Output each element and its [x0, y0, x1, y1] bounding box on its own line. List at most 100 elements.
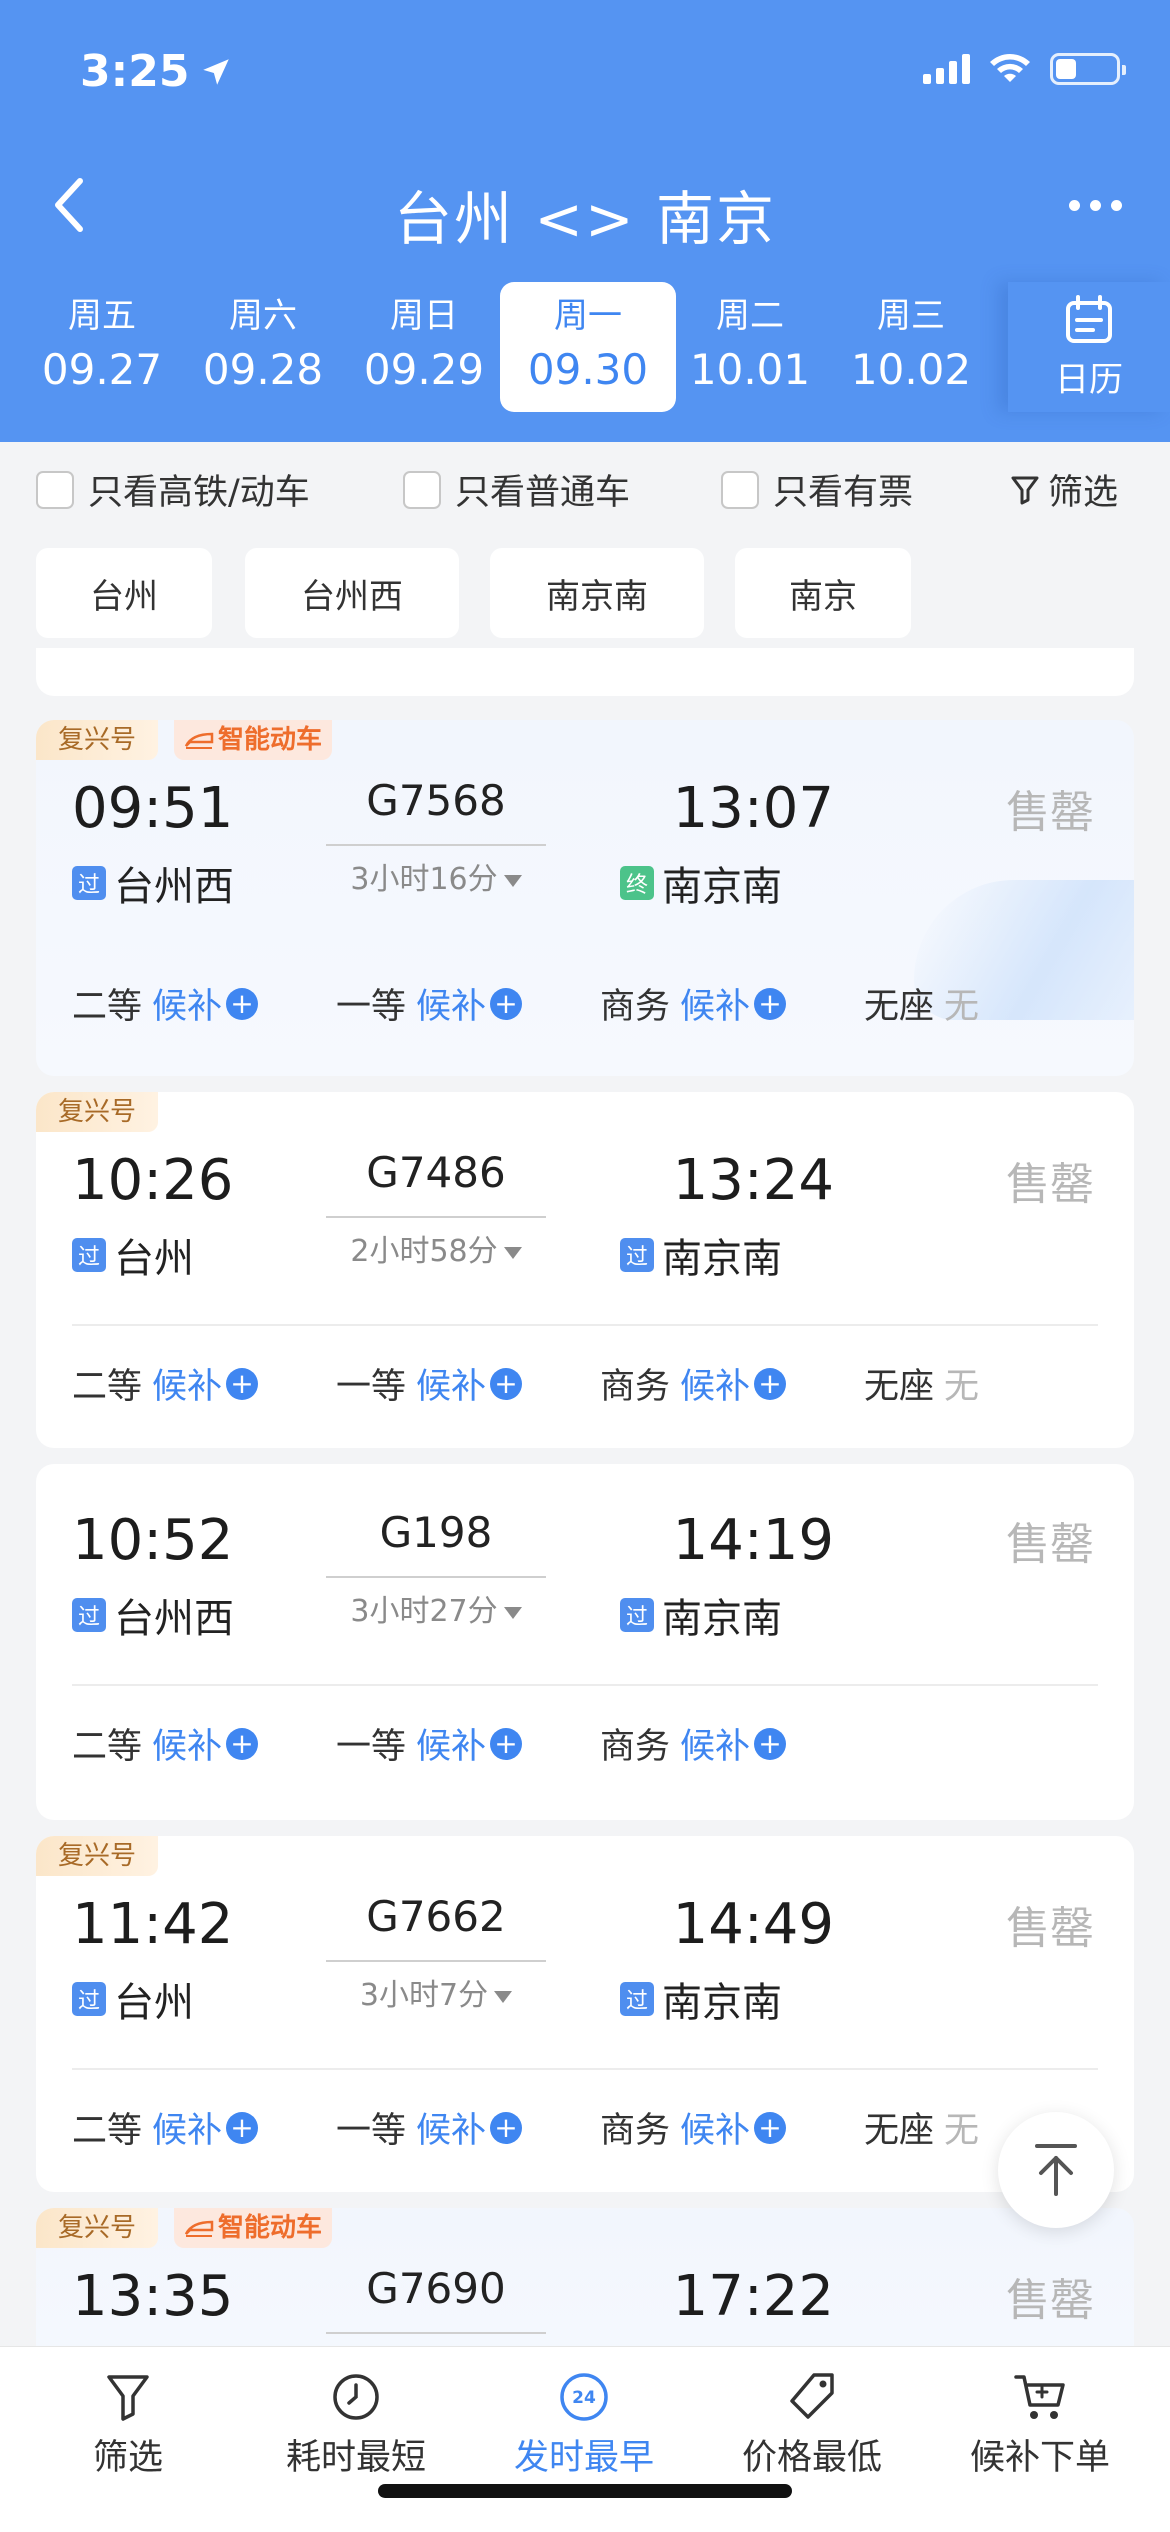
pass-badge: 过 — [72, 1238, 106, 1272]
station-chip[interactable]: 台州西 — [245, 548, 459, 638]
tab-filter[interactable]: 筛选 — [28, 2369, 228, 2480]
location-arrow-icon — [203, 58, 230, 85]
train-card-partial[interactable] — [36, 648, 1134, 696]
seat-first-class[interactable]: 一等 候补 + — [336, 1718, 523, 1769]
seat-first-class[interactable]: 一等 候补 + — [336, 978, 523, 1029]
station-name: 南京南 — [662, 1980, 782, 2026]
seat-class: 一等 — [336, 2111, 407, 2151]
seat-standing: 无座无 — [864, 978, 979, 1029]
departure-station: 过 台州西 — [72, 1586, 234, 1644]
station-chip[interactable]: 南京 — [735, 548, 911, 638]
trip-duration[interactable]: 2小时58分 — [326, 1226, 546, 1270]
duration-text: 2小时58分 — [350, 1234, 498, 1269]
duration-text: 3小时16分 — [350, 862, 498, 897]
more-options-button[interactable] — [1060, 190, 1130, 220]
date-value: 09.30 — [527, 345, 649, 394]
arrival-time: 14:19 — [672, 1508, 834, 1573]
date-item[interactable]: 周二 10.01 — [662, 282, 838, 398]
station-name: 台州西 — [114, 864, 234, 910]
train-card[interactable]: 复兴号 11:42 G7662 3小时7分 14:49 过 台州 过 南京南 售… — [36, 1836, 1134, 2192]
tab-lowest-price[interactable]: 价格最低 — [712, 2369, 912, 2480]
filter-button[interactable]: 筛选 — [1010, 464, 1118, 515]
date-value: 09.28 — [202, 345, 324, 394]
date-item[interactable]: 周日 09.29 — [336, 282, 512, 398]
seat-waitlist: 候补 — [152, 1367, 223, 1407]
funnel-icon — [1011, 476, 1039, 504]
station-name: 台州西 — [114, 1596, 234, 1642]
seat-class: 无座 — [864, 1367, 935, 1407]
date-item[interactable]: 周六 09.28 — [175, 282, 351, 398]
seat-waitlist: 候补 — [416, 1367, 487, 1407]
date-value: 09.27 — [41, 345, 163, 394]
station-chip[interactable]: 南京南 — [490, 548, 704, 638]
smart-emu-label: 智能动车 — [218, 725, 323, 755]
fuxing-tag: 复兴号 — [36, 1836, 159, 1876]
status-time: 3:25 — [80, 46, 233, 97]
date-item[interactable]: 周五 09.27 — [14, 282, 190, 398]
caret-down-icon — [503, 874, 522, 887]
tab-earliest-departure[interactable]: 24 发时最早 — [484, 2369, 684, 2480]
svg-text:24: 24 — [572, 2388, 596, 2408]
available-only-checkbox[interactable]: 只看有票 — [721, 464, 913, 515]
checkbox-box[interactable] — [36, 470, 74, 509]
train-card[interactable]: 复兴号 智能动车 13:35 G7690 17:22 售罄 — [36, 2208, 1134, 2346]
tab-shortest-duration[interactable]: 耗时最短 — [256, 2369, 456, 2480]
fuxing-tag: 复兴号 — [36, 2208, 159, 2248]
high-speed-only-checkbox[interactable]: 只看高铁/动车 — [36, 464, 310, 515]
regular-only-checkbox[interactable]: 只看普通车 — [403, 464, 630, 515]
arrival-time: 13:07 — [672, 776, 834, 841]
date-selector: 周五 09.27 周六 09.28 周日 09.29 周一 09.30 周二 1… — [0, 282, 1170, 412]
arrival-time: 17:22 — [672, 2264, 834, 2329]
checkbox-box[interactable] — [403, 470, 441, 509]
seat-business-class[interactable]: 商务 候补 + — [600, 978, 787, 1029]
seat-class: 商务 — [600, 1367, 671, 1407]
seat-first-class[interactable]: 一等 候补 + — [336, 2102, 523, 2153]
date-item[interactable]: 周三 10.02 — [823, 282, 999, 398]
train-card[interactable]: 复兴号 智能动车 09:51 G7568 3小时16分 13:07 过 台州西 … — [36, 720, 1134, 1076]
scroll-to-top-button[interactable] — [998, 2112, 1114, 2228]
pass-badge: 过 — [620, 1982, 654, 2016]
date-value: 09.29 — [363, 345, 485, 394]
seat-waitlist: 候补 — [680, 2111, 751, 2151]
nav-bar: 台州 <> 南京 — [0, 160, 1170, 253]
seat-class: 二等 — [72, 1727, 143, 1767]
arrival-time: 14:49 — [672, 1892, 834, 1957]
trip-duration[interactable]: 3小时16分 — [326, 854, 546, 898]
train-card[interactable]: 10:52 G198 3小时27分 14:19 过 台州西 过 南京南 售罄 二… — [36, 1464, 1134, 1820]
caret-down-icon — [494, 1990, 513, 2003]
station-name: 南京南 — [662, 1236, 782, 1282]
seat-second-class[interactable]: 二等 候补 + — [72, 978, 259, 1029]
calendar-button[interactable]: 日历 — [1008, 282, 1170, 412]
train-line — [326, 1216, 546, 1218]
seat-business-class[interactable]: 商务 候补 + — [600, 1358, 787, 1409]
seat-second-class[interactable]: 二等 候补 + — [72, 2102, 259, 2153]
station-name: 台州 — [114, 1236, 194, 1282]
date-weekday: 周二 — [716, 296, 784, 336]
smart-emu-label: 智能动车 — [218, 2213, 323, 2243]
seat-second-class[interactable]: 二等 候补 + — [72, 1718, 259, 1769]
date-item-selected[interactable]: 周一 09.30 — [500, 282, 676, 412]
seat-waitlist: 候补 — [680, 1727, 751, 1767]
train-card[interactable]: 复兴号 10:26 G7486 2小时58分 13:24 过 台州 过 南京南 … — [36, 1092, 1134, 1448]
trip-duration[interactable]: 3小时7分 — [326, 1970, 546, 2014]
seat-business-class[interactable]: 商务 候补 + — [600, 1718, 787, 1769]
checkbox-label: 只看普通车 — [455, 473, 631, 513]
station-name: 南京南 — [662, 864, 782, 910]
seat-class: 二等 — [72, 1367, 143, 1407]
seat-first-class[interactable]: 一等 候补 + — [336, 1358, 523, 1409]
arrival-station: 过 南京南 — [620, 1586, 782, 1644]
seat-waitlist: 候补 — [416, 2111, 487, 2151]
checkbox-box[interactable] — [721, 470, 759, 509]
plus-icon: + — [754, 1727, 787, 1760]
cart-icon — [1014, 2375, 1065, 2419]
train-number: G198 — [379, 1508, 493, 1557]
departure-time: 11:42 — [72, 1892, 234, 1957]
seat-second-class[interactable]: 二等 候补 + — [72, 1358, 259, 1409]
date-weekday: 周一 — [554, 296, 622, 336]
trip-duration[interactable]: 3小时27分 — [326, 1586, 546, 1630]
tab-waitlist-order[interactable]: 候补下单 — [940, 2369, 1140, 2480]
pass-badge: 过 — [620, 1598, 654, 1632]
seat-business-class[interactable]: 商务 候补 + — [600, 2102, 787, 2153]
caret-down-icon — [503, 1246, 522, 1259]
station-chip[interactable]: 台州 — [36, 548, 212, 638]
